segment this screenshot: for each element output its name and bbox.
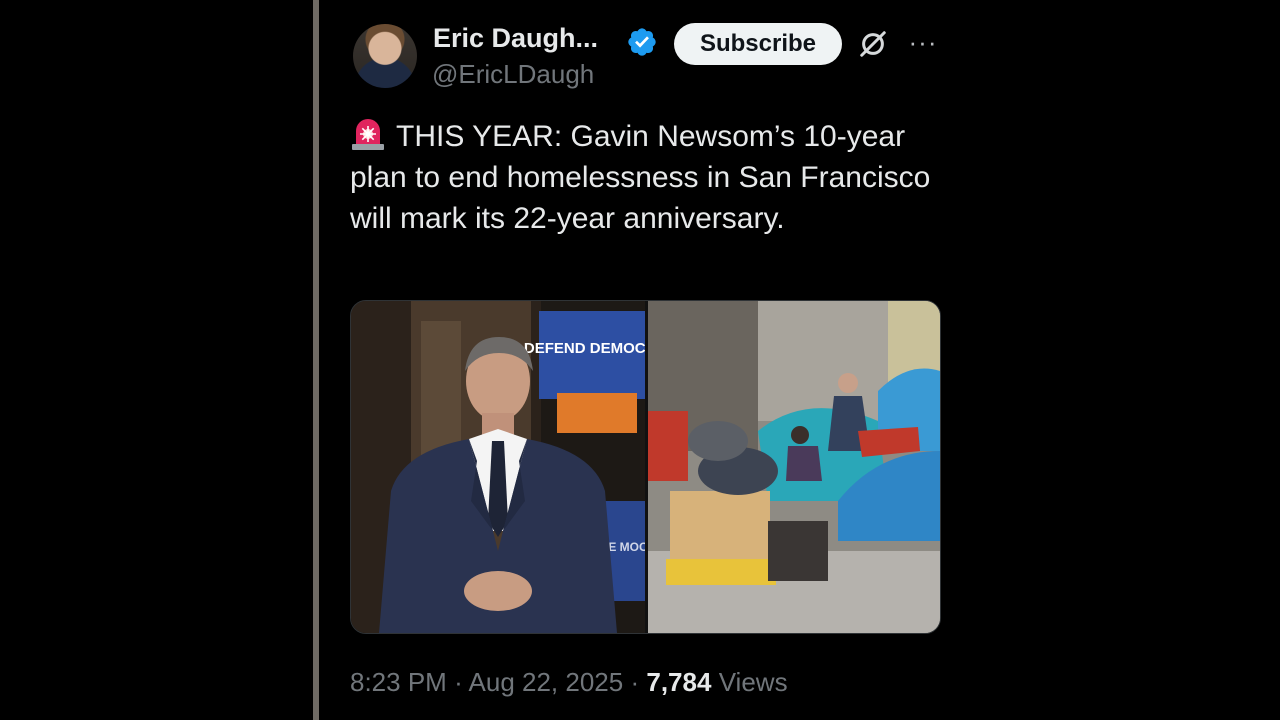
tweet-header: Eric Daugh... @EricLDaugh Subscribe ··· xyxy=(350,20,950,100)
separator: · xyxy=(630,667,640,697)
views-count[interactable]: 7,784 xyxy=(646,667,711,697)
police-siren-icon xyxy=(352,119,384,150)
newsom-photo[interactable]: DEFEND DEMOCRAC DEFE MOC xyxy=(351,301,678,633)
encampment-photo-illustration xyxy=(648,301,940,633)
newsom-photo-illustration: DEFEND DEMOCRAC DEFE MOC xyxy=(351,301,678,633)
tweet-date[interactable]: Aug 22, 2025 xyxy=(469,667,624,697)
author-name[interactable]: Eric Daugh... xyxy=(433,23,598,54)
separator: · xyxy=(454,667,463,697)
tweet-card: Eric Daugh... @EricLDaugh Subscribe ··· … xyxy=(350,0,950,720)
avatar[interactable] xyxy=(353,24,417,88)
encampment-photo[interactable] xyxy=(648,301,940,633)
tweet-body: THIS YEAR: Gavin Newsom’s 10-year plan t… xyxy=(350,116,940,239)
grok-icon[interactable] xyxy=(858,29,888,59)
verified-badge-icon xyxy=(628,28,656,56)
tweet-footer: 8:23 PM · Aug 22, 2025 · 7,784 Views xyxy=(350,667,788,698)
tweet-time[interactable]: 8:23 PM xyxy=(350,667,447,697)
subscribe-button[interactable]: Subscribe xyxy=(674,23,842,65)
tweet-text: THIS YEAR: Gavin Newsom’s 10-year plan t… xyxy=(350,120,931,235)
sign-text: DEFEND DEMOCRAC xyxy=(524,340,645,357)
media-grid[interactable]: DEFEND DEMOCRAC DEFE MOC xyxy=(350,300,941,634)
more-options-icon[interactable]: ··· xyxy=(905,27,941,57)
author-handle[interactable]: @EricLDaugh xyxy=(432,59,594,90)
left-edge-bar xyxy=(313,0,319,720)
views-label: Views xyxy=(718,667,788,697)
